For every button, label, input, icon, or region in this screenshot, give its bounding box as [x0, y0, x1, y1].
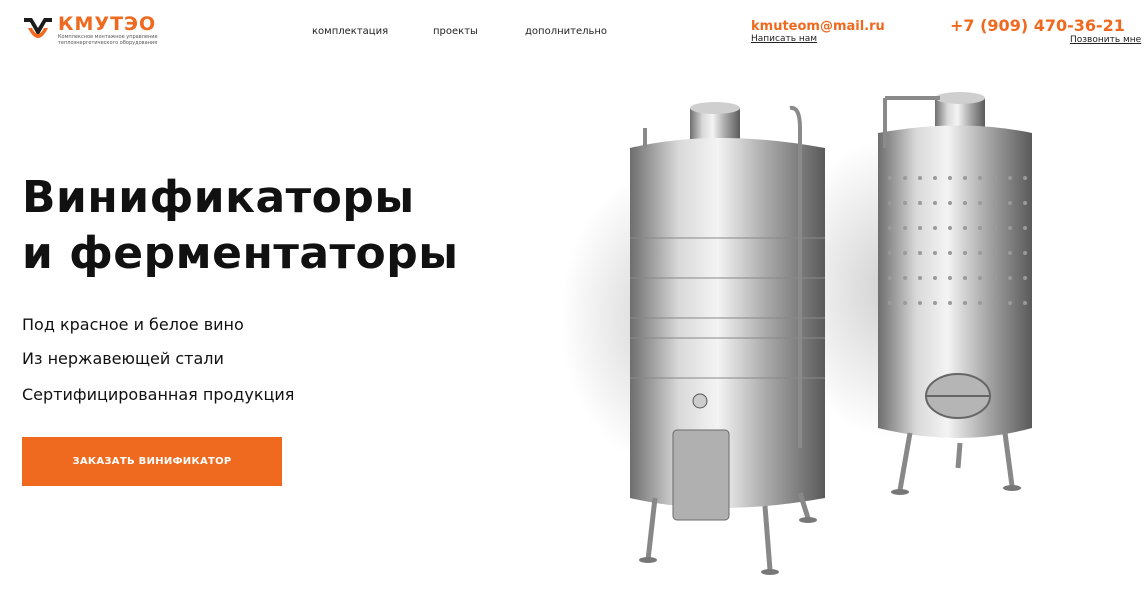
brand-name: КМУТЭО: [58, 13, 157, 35]
phone-link[interactable]: +7 (909) 470-36-21: [950, 16, 1141, 35]
nav-item-proekty[interactable]: проекты: [433, 26, 478, 37]
hero-title-line1: Винификаторы: [22, 172, 415, 223]
email-link[interactable]: kmuteom@mail.ru: [751, 19, 885, 34]
feature-item: Из нержавеющей стали: [22, 349, 224, 368]
nav-item-dopolnitelno[interactable]: дополнительно: [525, 26, 607, 37]
feature-item: Сертифицированная продукция: [22, 385, 295, 404]
email-contact: kmuteom@mail.ru Написать нам: [751, 19, 885, 44]
tanks-image: [560, 92, 1032, 575]
nav-item-komplektaciya[interactable]: комплектация: [312, 26, 388, 37]
write-us-link[interactable]: Написать нам: [751, 34, 885, 44]
logo-icon: [24, 18, 52, 38]
hero-title: Винификаторы и ферментаторы: [22, 170, 459, 282]
feature-item: Под красное и белое вино: [22, 315, 244, 334]
call-me-link[interactable]: Позвонить мне: [1070, 35, 1141, 45]
logo[interactable]: КМУТЭО Комплексное монтажное управление …: [22, 14, 178, 46]
hero-title-line2: и ферментаторы: [22, 228, 459, 279]
site-header: КМУТЭО Комплексное монтажное управление …: [0, 0, 1145, 70]
phone-contact: +7 (909) 470-36-21 Позвонить мне: [950, 16, 1141, 45]
brand-tagline: Комплексное монтажное управление теплоэн…: [58, 34, 158, 46]
order-vinificator-button[interactable]: ЗАКАЗАТЬ ВИНИФИКАТОР: [22, 437, 282, 486]
